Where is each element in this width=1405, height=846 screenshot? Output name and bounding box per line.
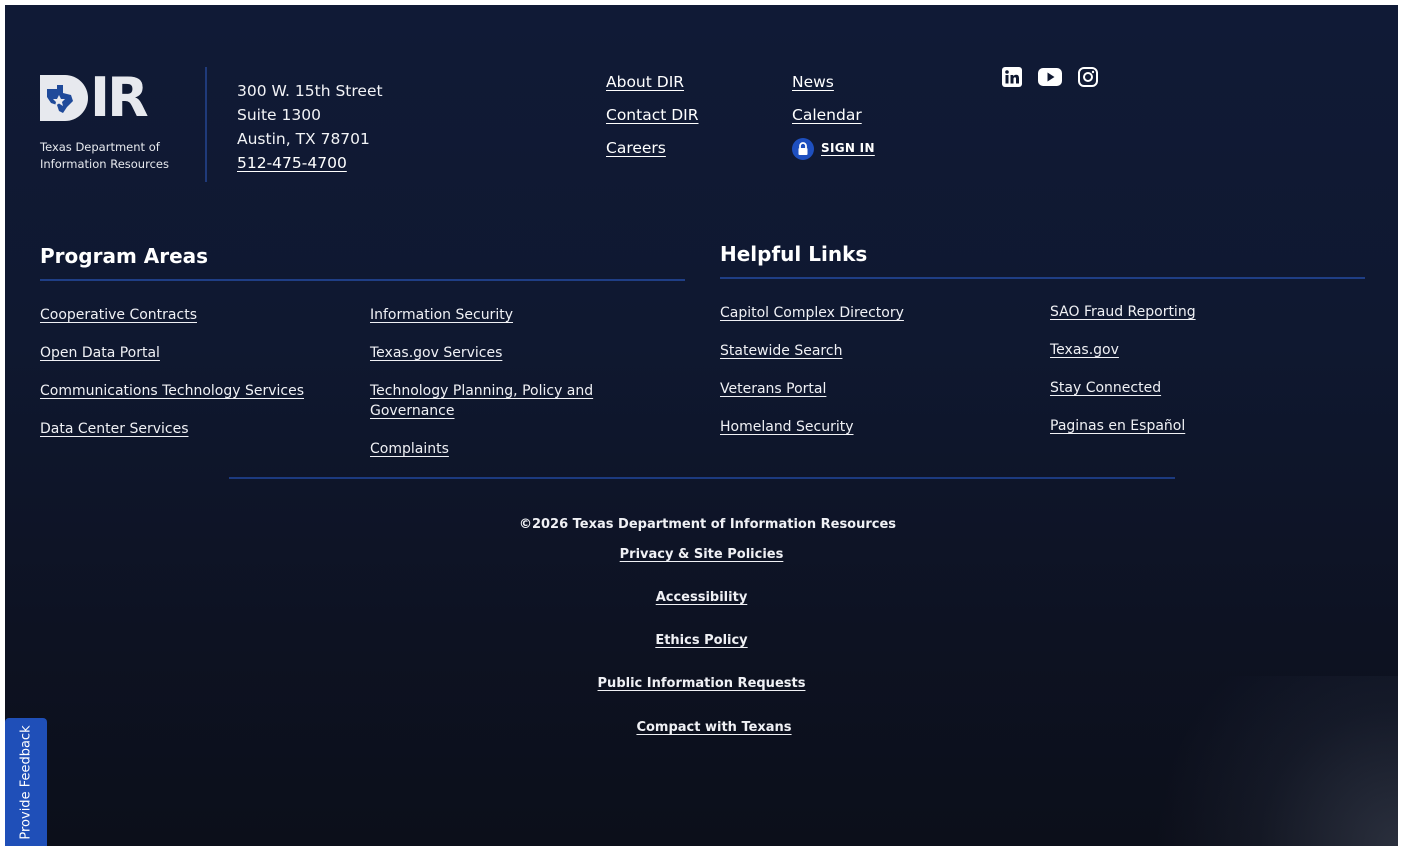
sao-fraud-reporting-link[interactable]: SAO Fraud Reporting	[1050, 302, 1196, 322]
logo-mark: IR	[40, 66, 190, 129]
accessibility-link[interactable]: Accessibility	[656, 590, 748, 605]
texas-gov-link[interactable]: Texas.gov	[1050, 340, 1196, 360]
stay-connected-link[interactable]: Stay Connected	[1050, 378, 1196, 398]
dir-logo[interactable]: IR Texas Department of Information Resou…	[40, 66, 190, 173]
top-links-col-b: News Calendar SIGN IN	[792, 71, 875, 160]
helpful-links-col2: SAO Fraud Reporting Texas.gov Stay Conne…	[1050, 302, 1196, 436]
legal-item: Accessibility	[5, 590, 1398, 605]
address-suite: Suite 1300	[237, 106, 321, 124]
technology-planning-link[interactable]: Technology Planning, Policy and Governan…	[370, 381, 630, 421]
top-links-col-a: About DIR Contact DIR Careers	[606, 71, 699, 170]
linkedin-icon[interactable]	[1000, 65, 1024, 89]
provide-feedback-tab[interactable]: Provide Feedback	[5, 718, 47, 846]
ethics-policy-link[interactable]: Ethics Policy	[655, 633, 747, 648]
news-link[interactable]: News	[792, 71, 875, 94]
legal-item: Ethics Policy	[5, 633, 1398, 648]
paginas-en-espanol-link[interactable]: Paginas en Español	[1050, 416, 1196, 436]
site-footer: IR Texas Department of Information Resou…	[5, 5, 1398, 846]
logo-divider	[205, 67, 207, 182]
legal-item: Compact with Texans	[5, 720, 1398, 735]
legal-item: Privacy & Site Policies	[5, 547, 1398, 562]
careers-link[interactable]: Careers	[606, 137, 699, 160]
program-areas-title: Program Areas	[40, 244, 209, 268]
texas-gov-services-link[interactable]: Texas.gov Services	[370, 343, 630, 363]
address-street: 300 W. 15th Street	[237, 82, 383, 100]
copyright-text: ©2026 Texas Department of Information Re…	[518, 517, 897, 532]
lock-icon	[792, 137, 814, 160]
information-security-link[interactable]: Information Security	[370, 305, 630, 325]
helpful-links-title: Helpful Links	[720, 242, 868, 266]
complaints-link[interactable]: Complaints	[370, 439, 630, 459]
address-block: 300 W. 15th Street Suite 1300 Austin, TX…	[237, 79, 383, 175]
statewide-search-link[interactable]: Statewide Search	[720, 341, 904, 361]
capitol-complex-directory-link[interactable]: Capitol Complex Directory	[720, 303, 904, 323]
logo-letters: IR	[90, 66, 149, 129]
youtube-icon[interactable]	[1038, 65, 1062, 89]
program-areas-rule	[40, 279, 685, 281]
compact-with-texans-link[interactable]: Compact with Texans	[636, 720, 791, 735]
social-links	[1000, 65, 1100, 89]
privacy-policies-link[interactable]: Privacy & Site Policies	[620, 547, 784, 562]
bottom-rule	[229, 477, 1175, 479]
open-data-portal-link[interactable]: Open Data Portal	[40, 343, 304, 363]
helpful-links-col1: Capitol Complex Directory Statewide Sear…	[720, 303, 904, 437]
data-center-services-link[interactable]: Data Center Services	[40, 419, 304, 439]
legal-item: Public Information Requests	[5, 676, 1398, 691]
calendar-link[interactable]: Calendar	[792, 104, 875, 127]
communications-technology-services-link[interactable]: Communications Technology Services	[40, 381, 304, 401]
instagram-icon[interactable]	[1076, 65, 1100, 89]
veterans-portal-link[interactable]: Veterans Portal	[720, 379, 904, 399]
texas-map-icon	[40, 75, 88, 121]
program-areas-col1: Cooperative Contracts Open Data Portal C…	[40, 305, 304, 439]
cooperative-contracts-link[interactable]: Cooperative Contracts	[40, 305, 304, 325]
sign-in-button[interactable]: SIGN IN	[792, 137, 875, 160]
about-dir-link[interactable]: About DIR	[606, 71, 699, 94]
contact-dir-link[interactable]: Contact DIR	[606, 104, 699, 127]
public-information-requests-link[interactable]: Public Information Requests	[598, 676, 806, 691]
logo-org-name: Texas Department of Information Resource…	[40, 140, 169, 171]
phone-link[interactable]: 512-475-4700	[237, 154, 347, 172]
address-city: Austin, TX 78701	[237, 130, 370, 148]
helpful-links-rule	[720, 277, 1365, 279]
sign-in-link[interactable]: SIGN IN	[821, 137, 875, 160]
homeland-security-link[interactable]: Homeland Security	[720, 417, 904, 437]
program-areas-col2: Information Security Texas.gov Services …	[370, 305, 630, 459]
provide-feedback-label: Provide Feedback	[18, 724, 34, 840]
